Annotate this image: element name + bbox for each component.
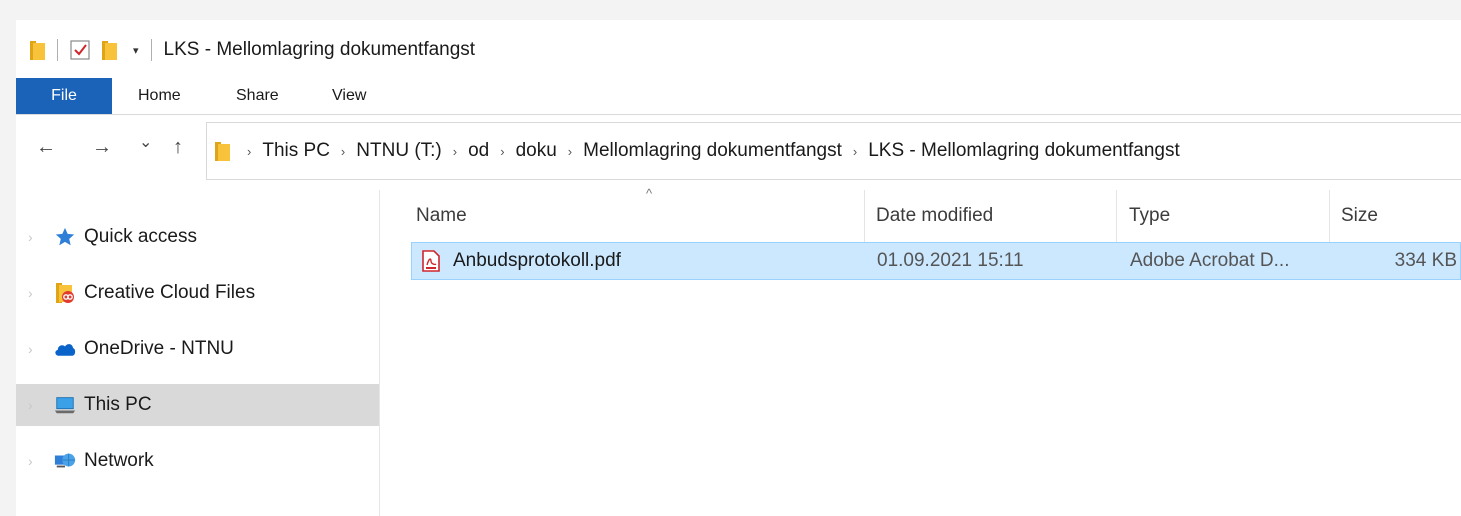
breadcrumb-od[interactable]: od [468, 140, 489, 162]
expand-chevron-icon[interactable]: › [28, 229, 42, 245]
sidebar-item-label: Creative Cloud Files [84, 282, 256, 303]
tab-home[interactable]: Home [138, 78, 181, 114]
properties-checkbox-icon[interactable] [70, 40, 90, 60]
breadcrumb-this-pc[interactable]: This PC [262, 140, 330, 162]
customize-toolbar-dropdown-icon[interactable]: ▾ [133, 44, 139, 57]
column-divider[interactable] [864, 190, 865, 242]
column-divider[interactable] [1329, 190, 1330, 242]
column-header-name[interactable]: Name ^ [416, 186, 864, 242]
sidebar-item-this-pc[interactable]: › This PC [16, 384, 379, 426]
address-bar[interactable]: › This PC › NTNU (T:) › od › doku › Mell… [206, 122, 1461, 180]
creative-cloud-folder-icon [54, 282, 76, 304]
computer-icon [54, 394, 76, 416]
breadcrumb-chevron-icon[interactable]: › [568, 144, 572, 159]
breadcrumb-doku[interactable]: doku [516, 140, 557, 162]
breadcrumb-chevron-icon[interactable]: › [453, 144, 457, 159]
new-folder-icon[interactable] [102, 40, 117, 60]
expand-chevron-icon[interactable]: › [28, 453, 42, 469]
sidebar-item-creative-cloud-files[interactable]: › Creative Cloud Files [16, 272, 379, 314]
sidebar-item-network[interactable]: › Network [16, 440, 379, 482]
title-bar: ▾ LKS - Mellomlagring dokumentfangst [16, 20, 1461, 78]
recent-locations-chevron-icon[interactable]: ⌄ [139, 132, 152, 152]
expand-chevron-icon[interactable]: › [28, 341, 42, 357]
column-header-date-modified[interactable]: Date modified [876, 190, 1116, 242]
breadcrumb-chevron-icon[interactable]: › [853, 144, 857, 159]
breadcrumb-mellomlagring[interactable]: Mellomlagring dokumentfangst [583, 140, 842, 162]
column-header-size[interactable]: Size [1341, 190, 1451, 242]
breadcrumb-chevron-icon[interactable]: › [341, 144, 345, 159]
file-date-modified: 01.09.2021 15:11 [877, 250, 1024, 271]
sidebar-item-label: Network [84, 450, 154, 471]
forward-arrow-icon[interactable]: → [92, 136, 112, 159]
pdf-file-icon [421, 250, 441, 272]
up-arrow-icon[interactable]: ↑ [173, 136, 183, 159]
tab-view[interactable]: View [332, 78, 366, 114]
window-title: LKS - Mellomlagring dokumentfangst [163, 39, 476, 60]
sidebar-item-label: Quick access [84, 226, 197, 247]
folder-icon[interactable] [30, 40, 45, 60]
back-arrow-icon[interactable]: ← [36, 136, 56, 159]
breadcrumb-chevron-icon[interactable]: › [247, 144, 251, 159]
sidebar-item-onedrive[interactable]: › OneDrive - NTNU [16, 328, 379, 370]
tab-share[interactable]: Share [236, 78, 279, 114]
qat-separator [57, 39, 58, 61]
sort-ascending-icon: ^ [646, 186, 653, 201]
file-explorer-window: ▾ LKS - Mellomlagring dokumentfangst Fil… [16, 20, 1461, 516]
file-type: Adobe Acrobat D... [1130, 250, 1290, 271]
tab-file[interactable]: File [16, 78, 112, 114]
ribbon-tabs: File Home Share View [16, 78, 1461, 115]
column-header-type[interactable]: Type [1129, 190, 1329, 242]
star-icon [54, 226, 76, 248]
address-folder-icon [215, 141, 230, 161]
title-separator [150, 39, 152, 61]
file-name: Anbudsprotokoll.pdf [453, 250, 621, 271]
expand-chevron-icon[interactable]: › [28, 285, 42, 301]
sidebar-item-quick-access[interactable]: › Quick access [16, 216, 379, 258]
sidebar-item-label: OneDrive - NTNU [84, 338, 234, 359]
breadcrumb-current-folder[interactable]: LKS - Mellomlagring dokumentfangst [868, 140, 1180, 162]
file-size: 334 KB [1394, 250, 1457, 271]
onedrive-cloud-icon [54, 338, 76, 360]
breadcrumb-chevron-icon[interactable]: › [500, 144, 504, 159]
breadcrumb-ntnu-drive[interactable]: NTNU (T:) [356, 140, 441, 162]
quick-access-toolbar: ▾ LKS - Mellomlagring dokumentfangst [30, 36, 475, 64]
table-row[interactable]: Anbudsprotokoll.pdf 01.09.2021 15:11 Ado… [411, 242, 1461, 280]
column-header-label: Name [416, 205, 467, 226]
navigation-pane: › Quick access › Creative Cloud Files › … [16, 190, 380, 516]
sidebar-item-label: This PC [84, 394, 152, 415]
expand-chevron-icon[interactable]: › [28, 397, 42, 413]
file-list: Name ^ Date modified Type Size Anbudspro… [396, 186, 1461, 516]
network-icon [54, 450, 76, 472]
column-divider[interactable] [1116, 190, 1117, 242]
